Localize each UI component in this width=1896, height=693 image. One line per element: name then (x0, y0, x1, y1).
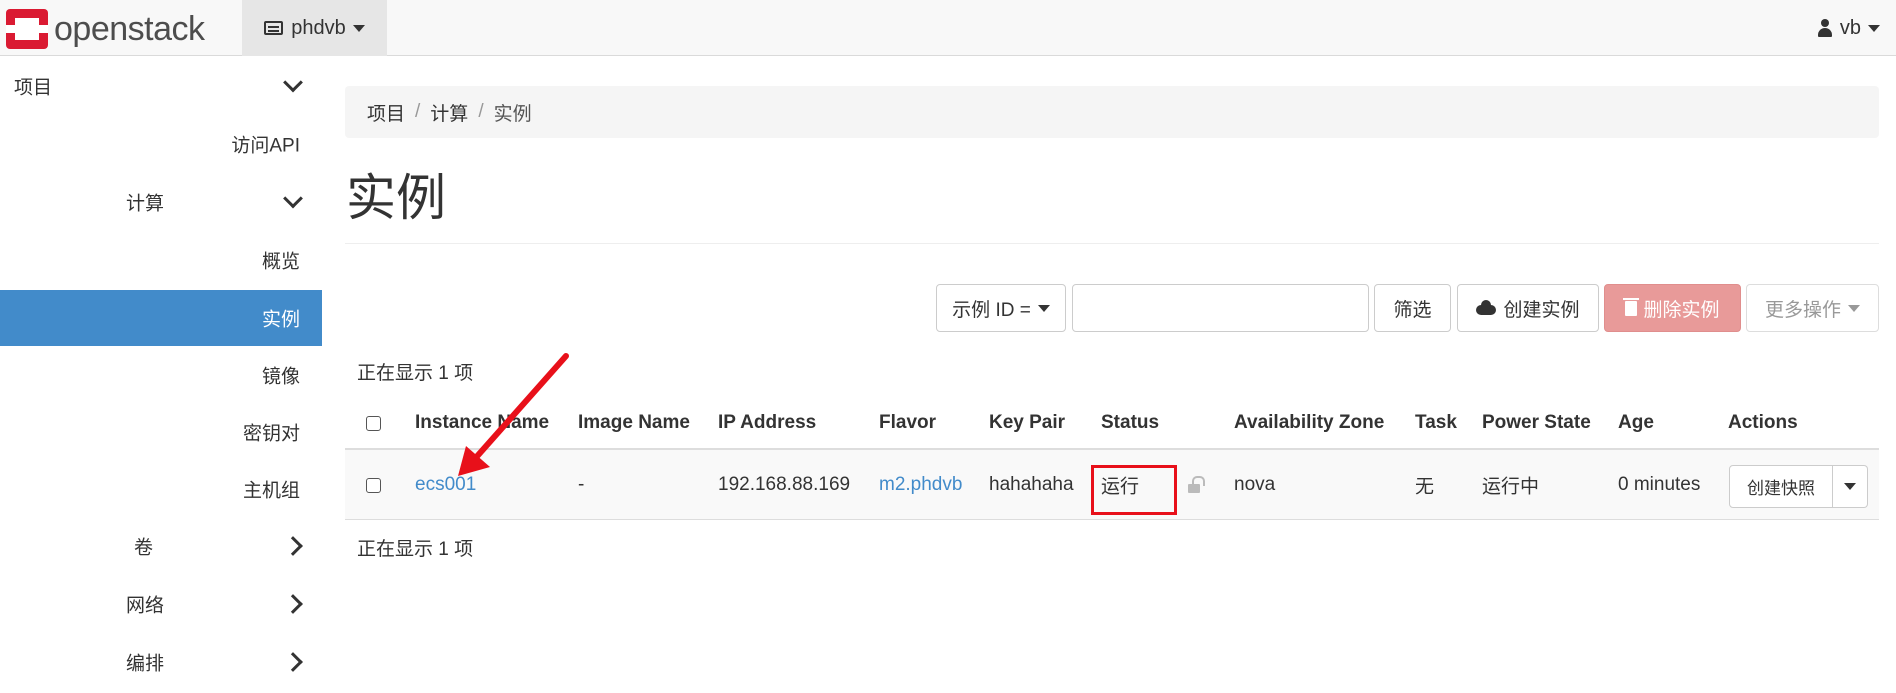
sidebar-item-images[interactable]: 镜像 (0, 347, 322, 403)
caret-down-icon (1037, 304, 1050, 312)
filter-button-label: 筛选 (1393, 299, 1432, 321)
caret-down-icon (1868, 24, 1880, 32)
availability-zone-cell: nova (1234, 473, 1276, 495)
delete-instances-label: 删除实例 (1643, 299, 1720, 321)
sidebar-group-network[interactable]: 网络 (0, 576, 322, 632)
sidebar-item-label: 卷 (134, 537, 154, 559)
column-header[interactable]: Power State (1482, 412, 1591, 434)
chevron-right-icon (283, 652, 303, 672)
sidebar-item-label: 编排 (126, 653, 165, 675)
sidebar-item-instances[interactable]: 实例 (0, 290, 322, 346)
breadcrumb-item-compute[interactable]: 计算 (430, 99, 468, 126)
top-navbar: openstack phdvb vb (0, 0, 1896, 56)
sidebar-group-volumes[interactable]: 卷 (0, 518, 322, 574)
more-actions-label: 更多操作 (1764, 299, 1841, 321)
sidebar-item-label: 项目 (14, 77, 53, 99)
brand-name: openstack (54, 9, 205, 48)
column-header[interactable]: Key Pair (989, 412, 1065, 434)
sidebar-item-label: 密钥对 (242, 423, 300, 445)
project-switcher[interactable]: phdvb (242, 0, 387, 56)
filter-input[interactable] (1072, 284, 1369, 332)
openstack-logo[interactable]: openstack (6, 9, 205, 49)
column-header[interactable]: Age (1618, 412, 1654, 434)
status-highlight-box (1091, 465, 1177, 515)
sidebar-section-project[interactable]: 项目 (0, 58, 322, 114)
sidebar-item-label: 实例 (261, 309, 300, 331)
filter-field-dropdown[interactable]: 示例 ID = (936, 284, 1066, 332)
chevron-down-icon (283, 72, 303, 93)
sidebar-item-label: 概览 (261, 251, 300, 273)
sidebar-item-key-pairs[interactable]: 密钥对 (0, 404, 322, 460)
row-checkbox[interactable] (366, 478, 381, 493)
filter-button[interactable]: 筛选 (1374, 284, 1451, 332)
breadcrumb-item-project[interactable]: 项目 (367, 99, 405, 126)
column-header[interactable]: Image Name (578, 412, 690, 434)
chevron-right-icon (283, 536, 303, 556)
unlock-icon (1188, 476, 1205, 493)
breadcrumb-separator: / (415, 101, 421, 122)
divider (345, 243, 1879, 244)
sidebar-item-label: 镜像 (261, 366, 300, 388)
project-list-icon (264, 21, 284, 35)
trash-icon (1623, 297, 1640, 316)
project-name: phdvb (291, 16, 346, 39)
column-header: Actions (1728, 412, 1798, 433)
column-header[interactable]: IP Address (718, 412, 816, 434)
delete-instances-button[interactable]: 删除实例 (1604, 284, 1741, 332)
caret-down-icon (1848, 304, 1860, 312)
more-actions-button[interactable]: 更多操作 (1746, 284, 1879, 332)
user-name: vb (1839, 16, 1861, 39)
chevron-down-icon (283, 188, 303, 209)
cloud-upload-icon (1476, 300, 1497, 315)
chevron-right-icon (283, 594, 303, 614)
task-cell: 无 (1415, 476, 1435, 497)
ip-address-cell: 192.168.88.169 (718, 473, 851, 495)
caret-down-icon (352, 24, 365, 32)
sidebar-group-orchestration[interactable]: 编排 (0, 634, 322, 690)
filter-field-label: 示例 ID = (952, 299, 1031, 321)
sidebar-item-label: 主机组 (242, 480, 300, 502)
launch-instance-button[interactable]: 创建实例 (1457, 284, 1599, 332)
age-cell: 0 minutes (1618, 473, 1701, 495)
page-title: 实例 (346, 170, 446, 226)
flavor-link[interactable]: m2.phdvb (879, 474, 962, 496)
openstack-logo-icon (6, 9, 48, 49)
breadcrumb: 项目 / 计算 / 实例 (345, 86, 1879, 138)
column-header[interactable]: Status (1101, 412, 1159, 434)
user-menu[interactable]: vb (1817, 0, 1880, 56)
breadcrumb-item-current: 实例 (493, 103, 532, 125)
sidebar-group-compute[interactable]: 计算 (0, 174, 322, 230)
sidebar-item-label: 访问API (231, 135, 300, 157)
create-snapshot-label: 创建快照 (1747, 479, 1815, 498)
sidebar-item-label: 网络 (126, 595, 165, 617)
key-pair-cell: hahahaha (989, 473, 1074, 495)
select-all-checkbox[interactable] (366, 416, 381, 431)
breadcrumb-separator: / (478, 101, 484, 122)
sidebar-item-api-access[interactable]: 访问API (0, 116, 322, 172)
column-header[interactable]: Availability Zone (1234, 412, 1384, 434)
sidebar-item-label: 计算 (126, 193, 165, 215)
launch-instance-label: 创建实例 (1503, 299, 1580, 321)
sidebar: 项目 访问API 计算 概览 实例 镜像 密钥对 主机组 卷 网络 编排 (0, 56, 322, 693)
power-state-cell: 运行中 (1482, 476, 1540, 497)
sidebar-item-server-groups[interactable]: 主机组 (0, 461, 322, 517)
row-actions: 创建快照 (1729, 465, 1868, 508)
user-icon (1817, 19, 1833, 37)
item-count-bottom: 正在显示 1 项 (357, 539, 474, 560)
column-header[interactable]: Task (1415, 412, 1457, 434)
row-actions-dropdown[interactable] (1833, 465, 1868, 508)
caret-down-icon (1844, 483, 1856, 490)
column-header[interactable]: Flavor (879, 412, 936, 434)
create-snapshot-button[interactable]: 创建快照 (1729, 465, 1833, 508)
annotation-arrow-icon (458, 353, 569, 476)
sidebar-item-overview[interactable]: 概览 (0, 232, 322, 288)
